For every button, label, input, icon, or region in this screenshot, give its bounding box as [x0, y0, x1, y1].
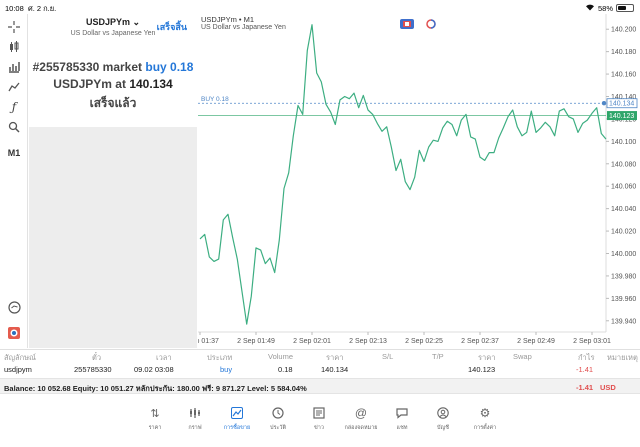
zoom-icon[interactable] [4, 298, 24, 316]
indicators-icon[interactable] [4, 58, 24, 76]
y-tick-label: 140.200 [611, 27, 636, 34]
x-tick-label: 2 Sep 01:37 [198, 338, 219, 345]
row-symbol: usdjpym [4, 365, 32, 374]
price-chart[interactable]: 140.200140.180140.160140.140140.120140.1… [198, 14, 640, 348]
nav-quotes[interactable]: ⇅ ราคา [134, 406, 176, 432]
row-open-price: 140.134 [321, 365, 349, 374]
x-tick-label: 2 Sep 02:01 [293, 338, 331, 345]
chat-icon [381, 406, 423, 420]
search-icon[interactable] [4, 118, 24, 136]
order-fill-price: USDJPYm at 140.134 [53, 77, 173, 91]
account-icon [422, 406, 464, 420]
trade-levels-icon[interactable] [424, 19, 438, 29]
buy-position-label: BUY 0.18 [201, 96, 229, 103]
col-tp: T/P [432, 352, 444, 361]
y-tick-label: 140.080 [611, 161, 636, 168]
nav-chart[interactable]: กราฟ [174, 406, 216, 432]
positions-table-header: สัญลักษณ์ ตั๋ว เวลา ประเภท Volume ราคา S… [0, 349, 640, 362]
row-ticket: 255785330 [74, 365, 112, 374]
x-tick-label: 2 Sep 02:37 [461, 338, 499, 345]
trade-icon [216, 406, 258, 420]
battery-percent: 58% [597, 3, 613, 13]
one-click-trading-icon[interactable] [400, 19, 414, 29]
row-profit: -1.41 [576, 365, 594, 374]
objects-icon[interactable] [4, 78, 24, 96]
x-tick-label: 2 Sep 02:13 [349, 338, 387, 345]
profit-currency: USD [600, 383, 616, 392]
col-volume: Volume [268, 352, 294, 361]
chart-icon [174, 406, 216, 420]
x-tick-label: 2 Sep 01:49 [237, 338, 275, 345]
nav-account[interactable]: บัญชี [422, 406, 464, 432]
order-summary: #255785330 market buy 0.18 [32, 60, 194, 74]
app-logo-icon[interactable] [4, 324, 24, 342]
total-profit: -1.41 [576, 383, 594, 392]
nav-trade[interactable]: การซื้อขาย [216, 406, 258, 432]
nav-mailbox[interactable]: @ กล่องจดหมาย [340, 406, 382, 432]
y-tick-label: 140.000 [611, 251, 636, 258]
row-volume: 0.18 [278, 365, 293, 374]
current-price-tag-label: 140.123 [609, 113, 634, 120]
order-result-panel: USDJPYm ⌄ เสร็จสิ้น US Dollar vs Japanes… [29, 14, 197, 127]
mailbox-icon: @ [354, 406, 368, 420]
price-series-line [199, 24, 607, 325]
bottom-navigation: ⇅ ราคา กราฟ การซื้อขาย ประวัติ ข่าว @ กล่อ… [0, 400, 640, 447]
chart-description: US Dollar vs Japanese Yen [201, 24, 286, 31]
balance-summary: Balance: 10 052.68 Equity: 10 051.27 หลั… [4, 384, 307, 393]
x-tick-label: 2 Sep 02:49 [517, 338, 555, 345]
buy-position-handle [601, 101, 607, 106]
order-panel-empty-area [29, 127, 197, 348]
y-tick-label: 139.980 [611, 273, 636, 280]
nav-chat[interactable]: แชท [381, 406, 423, 432]
order-side: buy 0.18 [145, 60, 194, 74]
y-tick-label: 140.020 [611, 229, 636, 236]
symbol-description: US Dollar vs Japanese Yen [70, 30, 156, 37]
nav-history[interactable]: ประวัติ [257, 406, 299, 432]
col-sl: S/L [382, 352, 394, 361]
history-icon [257, 406, 299, 420]
nav-news[interactable]: ข่าว [298, 406, 340, 432]
settings-icon: ⚙ [479, 406, 491, 420]
nav-settings[interactable]: ⚙ การตั้งค่า [464, 406, 506, 432]
news-icon [298, 406, 340, 420]
battery-icon [616, 4, 634, 12]
chart-canvas[interactable]: 140.200140.180140.160140.140140.120140.1… [198, 14, 640, 348]
table-row[interactable]: usdjpym 255785330 09.02 03:08 buy 0.18 1… [0, 363, 640, 377]
y-tick-label: 139.940 [611, 318, 636, 325]
candlestick-icon[interactable] [4, 38, 24, 56]
row-current-price: 140.123 [468, 365, 496, 374]
status-bar: 10:08 ศ. 2 ก.ย. 58% [0, 0, 640, 14]
row-time: 09.02 03:08 [134, 365, 174, 374]
y-tick-label: 140.060 [611, 184, 636, 191]
quotes-icon: ⇅ [150, 407, 160, 420]
account-balance-bar: Balance: 10 052.68 Equity: 10 051.27 หลั… [0, 378, 640, 394]
order-status: เสร็จแล้ว [89, 96, 137, 110]
chevron-down-icon: ⌄ [132, 17, 141, 27]
chart-symbol: USDJPYm • M1 [201, 15, 255, 24]
y-tick-label: 140.180 [611, 49, 636, 56]
x-tick-label: 2 Sep 02:25 [405, 338, 443, 345]
crosshair-icon[interactable] [4, 18, 24, 36]
function-icon[interactable]: ƒ [4, 98, 24, 116]
x-tick-label: 2 Sep 03:01 [573, 338, 611, 345]
row-type: buy [220, 365, 233, 374]
wifi-icon [585, 3, 595, 13]
y-tick-label: 139.960 [611, 296, 636, 303]
buy-price-tag-label: 140.134 [609, 101, 634, 108]
y-tick-label: 140.100 [611, 139, 636, 146]
y-tick-label: 140.160 [611, 72, 636, 79]
col-swap: Swap [513, 352, 532, 361]
chart-toolbar: ƒ M1 [0, 14, 28, 348]
timeframe-button[interactable]: M1 [4, 144, 24, 162]
y-tick-label: 140.040 [611, 206, 636, 213]
